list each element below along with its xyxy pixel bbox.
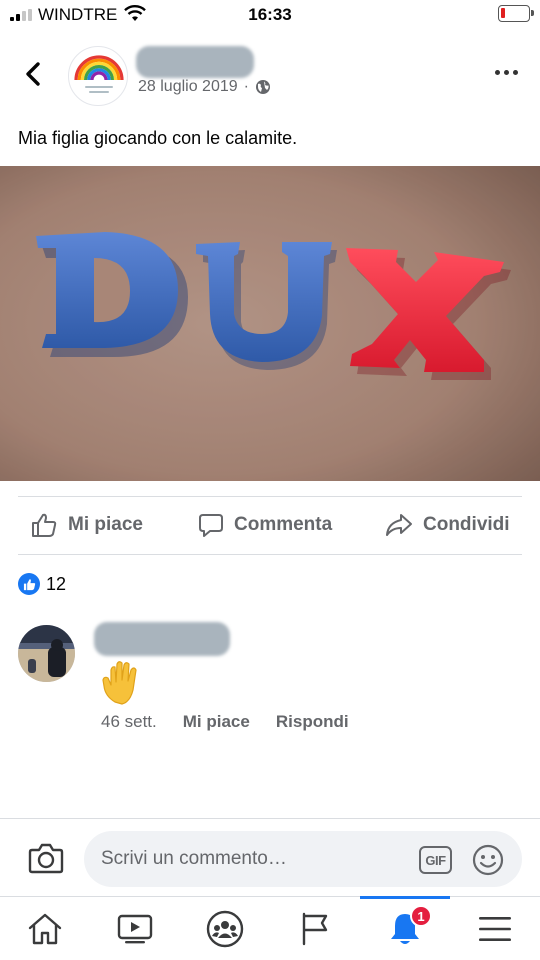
rainbow-logo-icon <box>74 55 124 93</box>
raised-hand-emoji-icon <box>102 661 137 705</box>
share-arrow-icon <box>386 514 412 536</box>
comment-label: Commenta <box>234 514 333 535</box>
tab-menu[interactable] <box>450 897 540 960</box>
post-photo[interactable] <box>0 166 540 481</box>
comment-actions: 46 sett. Mi piace Rispondi <box>101 712 349 732</box>
reactions-summary[interactable]: 12 <box>18 573 66 595</box>
thumbs-up-icon <box>32 513 57 537</box>
flag-icon <box>302 912 328 946</box>
tab-groups[interactable] <box>180 897 270 960</box>
comment-like-link[interactable]: Mi piace <box>183 712 250 732</box>
redacted-commenter-name <box>94 622 230 656</box>
gif-button[interactable]: GIF <box>419 846 452 874</box>
commenter-avatar[interactable] <box>18 625 75 682</box>
reactions-count: 12 <box>46 573 67 594</box>
more-options-icon[interactable] <box>495 70 518 75</box>
comment-bubble-icon <box>199 514 223 537</box>
tab-notifications[interactable]: 1 <box>360 896 450 960</box>
back-arrow-icon[interactable] <box>20 60 48 88</box>
post-caption: Mia figlia giocando con le calamite. <box>18 128 298 148</box>
hamburger-menu-icon <box>479 917 511 941</box>
redacted-page-name <box>136 46 254 78</box>
battery-icon <box>498 5 534 22</box>
post-actions: Mi piace Commenta Condividi <box>0 496 540 554</box>
divider-bottom <box>18 554 522 555</box>
globe-icon <box>255 80 270 94</box>
video-play-icon <box>117 914 153 944</box>
comment-time: 46 sett. <box>101 712 157 731</box>
tab-watch[interactable] <box>90 897 180 960</box>
tab-home[interactable] <box>0 897 90 960</box>
emoji-smile-icon[interactable] <box>472 844 504 876</box>
share-label: Condividi <box>423 514 510 535</box>
like-label: Mi piace <box>68 514 143 535</box>
tab-pages[interactable] <box>270 897 360 960</box>
status-bar: WINDTRE 16:33 <box>0 0 540 32</box>
home-icon <box>28 913 62 945</box>
groups-icon <box>206 910 244 948</box>
comment-button[interactable]: Commenta <box>198 496 332 554</box>
camera-icon[interactable] <box>28 842 64 874</box>
comment-composer: GIF <box>0 818 540 896</box>
comment-reply-link[interactable]: Rispondi <box>276 712 349 732</box>
like-button[interactable]: Mi piace <box>30 496 143 554</box>
post-date[interactable]: 28 luglio 2019 <box>138 78 238 96</box>
notification-badge: 1 <box>410 905 432 927</box>
share-button[interactable]: Condividi <box>385 496 510 554</box>
comment-input[interactable] <box>84 831 522 887</box>
meta-separator: · <box>243 78 249 95</box>
like-reaction-icon <box>18 573 40 595</box>
bottom-tab-bar: 1 <box>0 896 540 960</box>
post-meta: 28 luglio 2019 · <box>138 78 271 96</box>
page-avatar[interactable] <box>68 46 128 106</box>
clock: 16:33 <box>248 5 292 24</box>
